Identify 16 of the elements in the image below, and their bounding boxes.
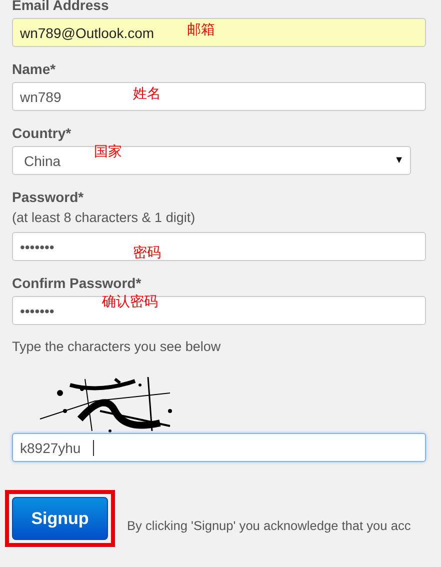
field-label: Country* — [12, 125, 72, 141]
annotation-text: 姓名 — [133, 85, 161, 103]
field-label: Email Address — [12, 0, 110, 13]
annotation-text: 国家 — [94, 143, 122, 161]
field-label: Name* — [12, 61, 57, 77]
field-label: Password* — [12, 189, 85, 205]
annotation-text: 邮箱 — [187, 21, 215, 39]
caret-icon: ▼ — [394, 155, 404, 166]
annotation-text: 密码 — [133, 244, 161, 262]
terms-text: By clicking 'Signup' you acknowledge that you acc — [127, 518, 411, 533]
signup-button[interactable]: Signup — [12, 497, 108, 540]
annotation-text: 确认密码 — [102, 293, 158, 311]
captcha-input-field[interactable]: k8927yhu — [12, 433, 426, 462]
instruction-text: Type the characters you see below — [12, 339, 222, 355]
field-hint: (at least 8 characters & 1 digit) — [12, 210, 196, 226]
field-label: Confirm Password* — [12, 275, 142, 291]
